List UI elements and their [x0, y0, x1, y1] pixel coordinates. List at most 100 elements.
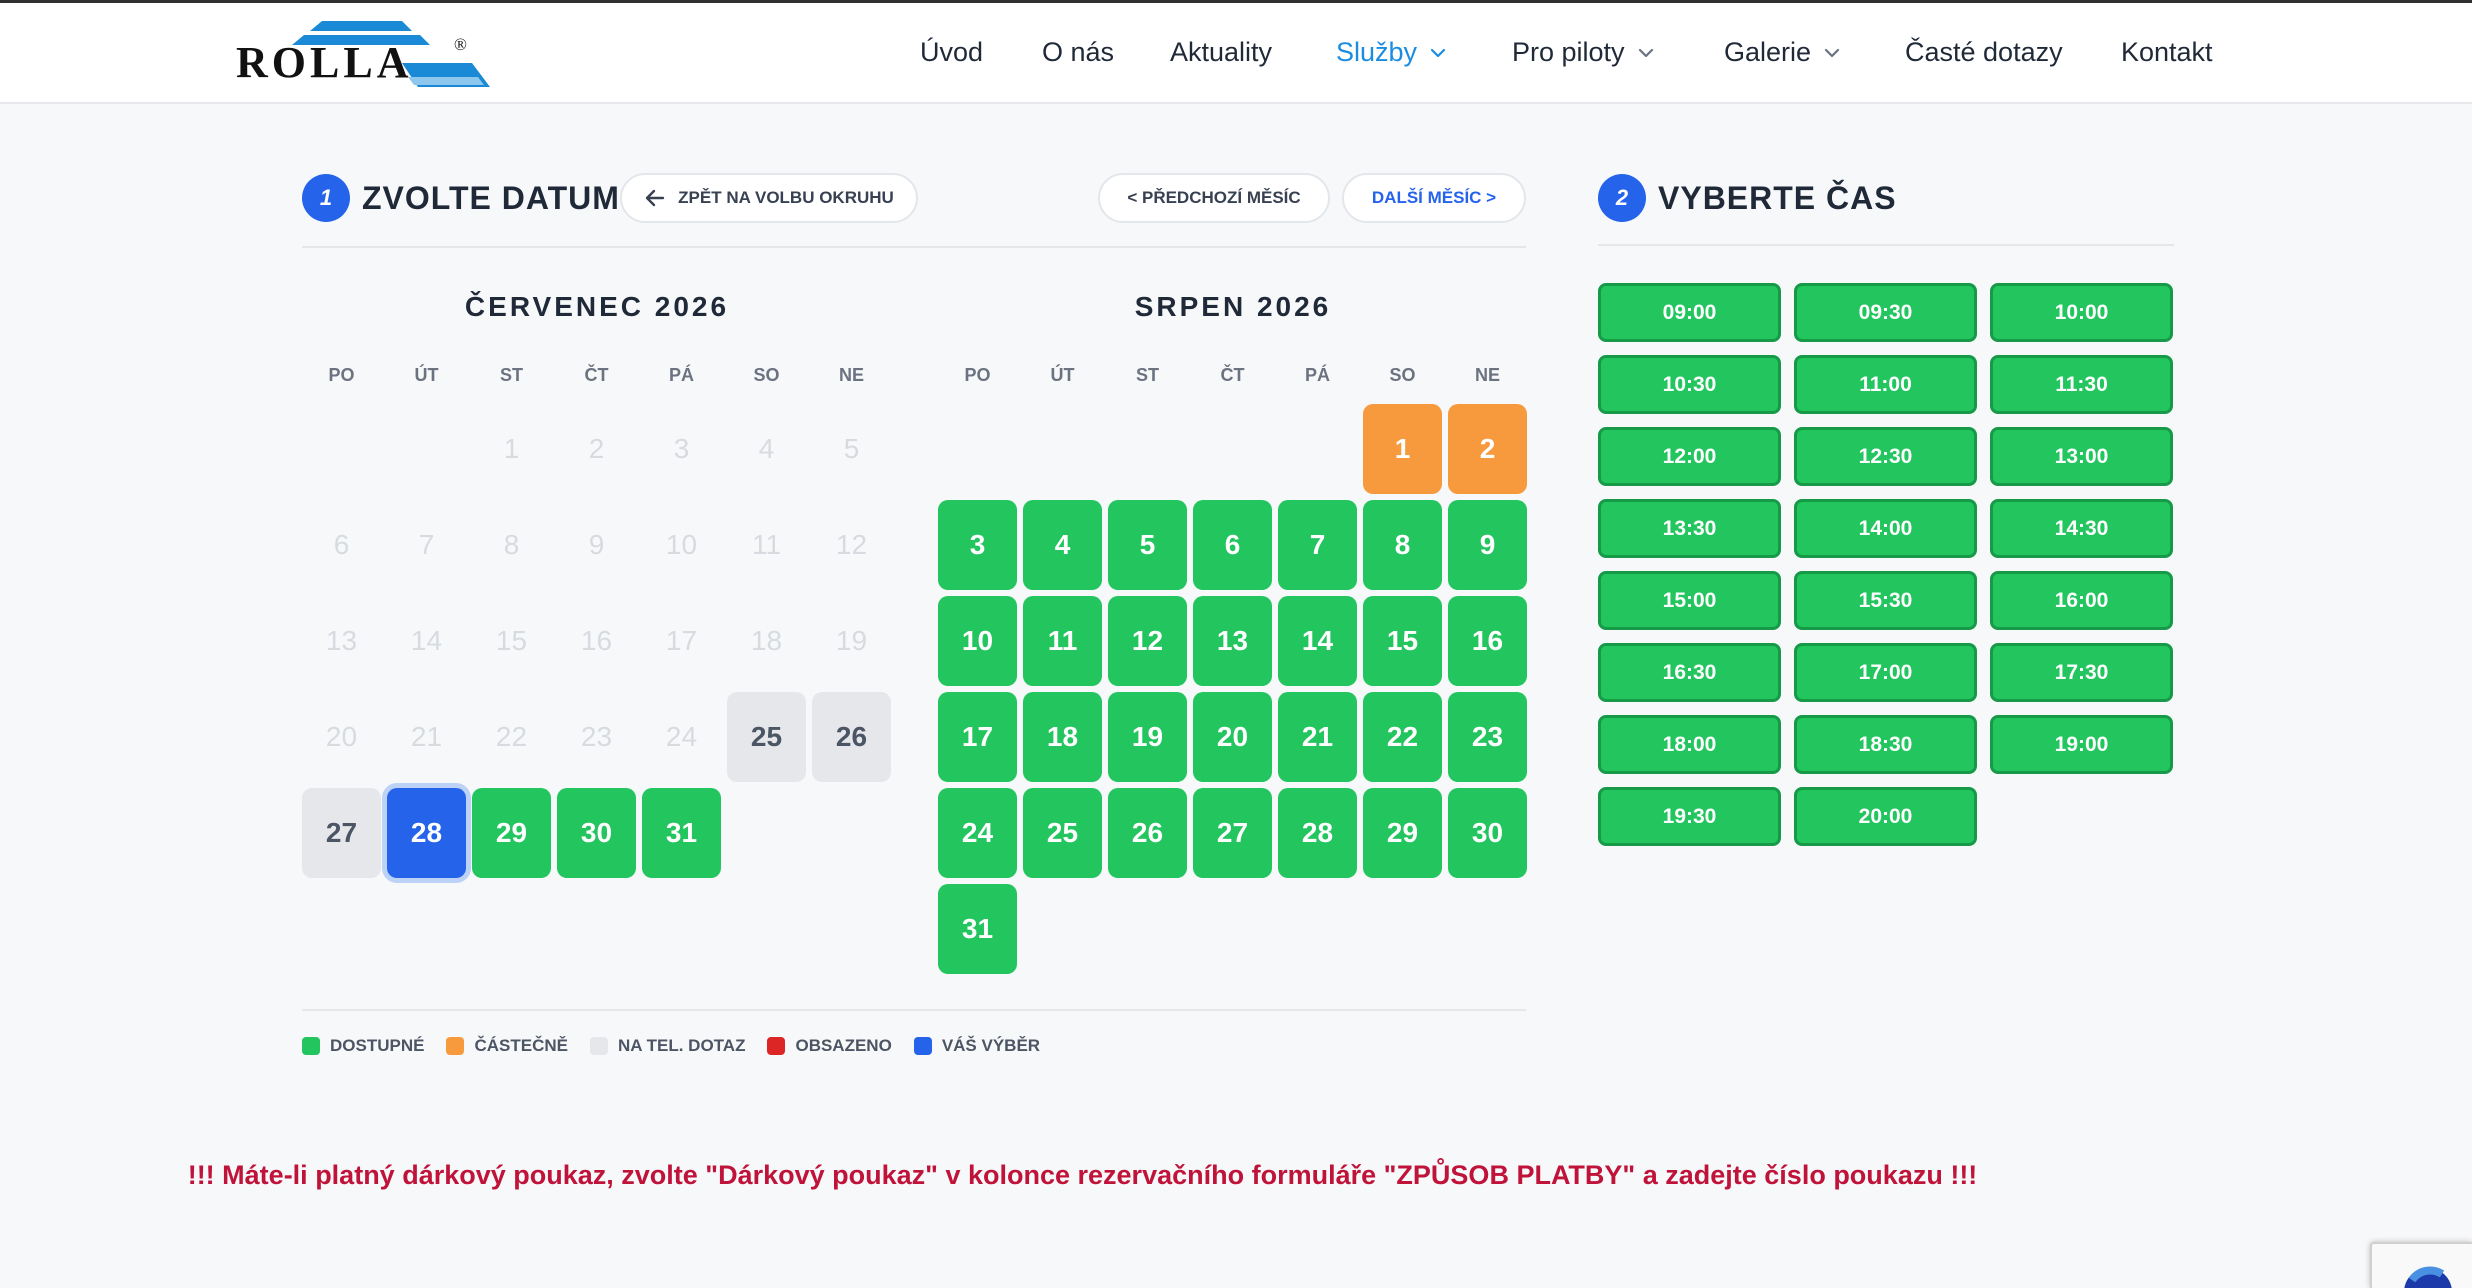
calendar-day-past: 12 — [835, 529, 868, 560]
time-slot-button[interactable]: 11:30 — [1990, 355, 2173, 414]
calendar-day-avail[interactable]: 30 — [1448, 788, 1527, 878]
legend-swatch — [446, 1037, 465, 1055]
time-slot-button[interactable]: 15:00 — [1598, 571, 1781, 630]
calendar-day-avail[interactable]: 6 — [1193, 500, 1272, 590]
nav-item-5[interactable]: Galerie — [1724, 37, 1841, 68]
calendar-day-past: 13 — [325, 625, 358, 656]
time-section-title: VYBERTE ČAS — [1658, 180, 1897, 216]
legend-item: OBSAZENO — [767, 1036, 892, 1056]
time-slot-button[interactable]: 17:00 — [1794, 643, 1977, 702]
calendar-day-selected[interactable]: 28 — [387, 788, 466, 878]
time-slot-button[interactable]: 11:00 — [1794, 355, 1977, 414]
weekday-label: ST — [499, 365, 523, 385]
weekday-label: PO — [328, 365, 355, 385]
time-slot-button[interactable]: 15:30 — [1794, 571, 1977, 630]
nav-item-0[interactable]: Úvod — [920, 37, 983, 68]
time-slot-button[interactable]: 13:00 — [1990, 427, 2173, 486]
calendar-day-avail[interactable]: 28 — [1278, 788, 1357, 878]
calendar-day-past: 18 — [750, 625, 783, 656]
legend-swatch — [589, 1037, 608, 1055]
calendar-day-avail[interactable]: 13 — [1193, 596, 1272, 686]
nav-item-4[interactable]: Pro piloty — [1512, 37, 1655, 68]
calendar-day-avail[interactable]: 29 — [472, 788, 551, 878]
calendar-day-avail[interactable]: 9 — [1448, 500, 1527, 590]
next-month-button[interactable]: DALŠÍ MĚSÍC > — [1342, 173, 1526, 223]
legend-label: OBSAZENO — [795, 1036, 892, 1055]
time-slot-button[interactable]: 16:30 — [1598, 643, 1781, 702]
time-slot-button[interactable]: 16:00 — [1990, 571, 2173, 630]
time-slot-button[interactable]: 10:30 — [1598, 355, 1781, 414]
nav-item-1[interactable]: O nás — [1042, 37, 1114, 68]
time-slot-button[interactable]: 12:30 — [1794, 427, 1977, 486]
calendar-day-avail[interactable]: 27 — [1193, 788, 1272, 878]
weekday-label: NE — [838, 365, 864, 385]
calendar-day-avail[interactable]: 5 — [1108, 500, 1187, 590]
calendar-day-partial[interactable]: 2 — [1448, 404, 1527, 494]
calendar-day-partial[interactable]: 1 — [1363, 404, 1442, 494]
time-slot-button[interactable]: 13:30 — [1598, 499, 1781, 558]
calendar-day-avail[interactable]: 21 — [1278, 692, 1357, 782]
calendar-day-past: 4 — [758, 433, 775, 464]
legend-item: ČÁSTEČNĚ — [446, 1036, 568, 1056]
calendar-day-avail[interactable]: 20 — [1193, 692, 1272, 782]
back-to-circuit-button[interactable]: ZPĚT NA VOLBU OKRUHU — [620, 173, 918, 223]
nav-item-3[interactable]: Služby — [1336, 37, 1447, 68]
time-slot-button[interactable]: 17:30 — [1990, 643, 2173, 702]
calendar-day-avail[interactable]: 19 — [1108, 692, 1187, 782]
step-1-badge: 1 — [302, 174, 350, 222]
rolla-logo[interactable]: ROLLA ® — [232, 17, 492, 91]
calendar-day-avail[interactable]: 25 — [1023, 788, 1102, 878]
calendar-day-avail[interactable]: 23 — [1448, 692, 1527, 782]
calendar-day-phone[interactable]: 27 — [302, 788, 381, 878]
calendar-day-avail[interactable]: 29 — [1363, 788, 1442, 878]
calendar-day-avail[interactable]: 17 — [938, 692, 1017, 782]
calendar-day-avail[interactable]: 31 — [938, 884, 1017, 974]
calendar-day-phone[interactable]: 25 — [727, 692, 806, 782]
legend-swatch — [302, 1037, 320, 1055]
calendar-day-avail[interactable]: 16 — [1448, 596, 1527, 686]
calendar-day-avail[interactable]: 22 — [1363, 692, 1442, 782]
time-slot-button[interactable]: 14:00 — [1794, 499, 1977, 558]
time-slot-button[interactable]: 18:00 — [1598, 715, 1781, 774]
time-slot-button[interactable]: 09:00 — [1598, 283, 1781, 342]
calendar-day-past: 22 — [495, 721, 528, 752]
calendar-day-avail[interactable]: 18 — [1023, 692, 1102, 782]
calendar-day-avail[interactable]: 14 — [1278, 596, 1357, 686]
time-slot-button[interactable]: 14:30 — [1990, 499, 2173, 558]
calendar-day-phone[interactable]: 26 — [812, 692, 891, 782]
calendar-day-past: 5 — [843, 433, 860, 464]
calendar-day-avail[interactable]: 31 — [642, 788, 721, 878]
time-slot-button[interactable]: 19:30 — [1598, 787, 1781, 846]
calendar-day-avail[interactable]: 7 — [1278, 500, 1357, 590]
calendar-day-past: 24 — [665, 721, 698, 752]
legend-swatch — [913, 1037, 932, 1055]
nav-item-6[interactable]: Časté dotazy — [1905, 37, 2063, 68]
time-slot-button[interactable]: 20:00 — [1794, 787, 1977, 846]
chevron-down-icon — [1824, 48, 1840, 57]
calendar-day-avail[interactable]: 3 — [938, 500, 1017, 590]
calendar-day-avail[interactable]: 12 — [1108, 596, 1187, 686]
calendar-day-avail[interactable]: 26 — [1108, 788, 1187, 878]
weekday-label: ČT — [1220, 365, 1245, 385]
recaptcha-icon — [2404, 1266, 2452, 1288]
calendar-day-avail[interactable]: 30 — [557, 788, 636, 878]
time-slot-button[interactable]: 09:30 — [1794, 283, 1977, 342]
prev-month-button[interactable]: < PŘEDCHOZÍ MĚSÍC — [1098, 173, 1330, 223]
calendar-day-avail[interactable]: 11 — [1023, 596, 1102, 686]
calendar-day-avail[interactable]: 4 — [1023, 500, 1102, 590]
calendar-day-avail[interactable]: 8 — [1363, 500, 1442, 590]
time-slot-button[interactable]: 18:30 — [1794, 715, 1977, 774]
calendar-day-avail[interactable]: 15 — [1363, 596, 1442, 686]
time-slot-button[interactable]: 10:00 — [1990, 283, 2173, 342]
calendar-day-avail[interactable]: 10 — [938, 596, 1017, 686]
recaptcha-badge[interactable] — [2370, 1242, 2472, 1288]
weekday-label: PÁ — [668, 365, 694, 385]
calendar-day-past: 3 — [673, 433, 690, 464]
calendar-day-avail[interactable]: 24 — [938, 788, 1017, 878]
time-slot-button[interactable]: 12:00 — [1598, 427, 1781, 486]
calendar-day-past: 17 — [665, 625, 698, 656]
time-slot-button[interactable]: 19:00 — [1990, 715, 2173, 774]
nav-item-2[interactable]: Aktuality — [1170, 37, 1272, 68]
calendar-day-past: 2 — [588, 433, 605, 464]
nav-item-7[interactable]: Kontakt — [2121, 37, 2213, 68]
